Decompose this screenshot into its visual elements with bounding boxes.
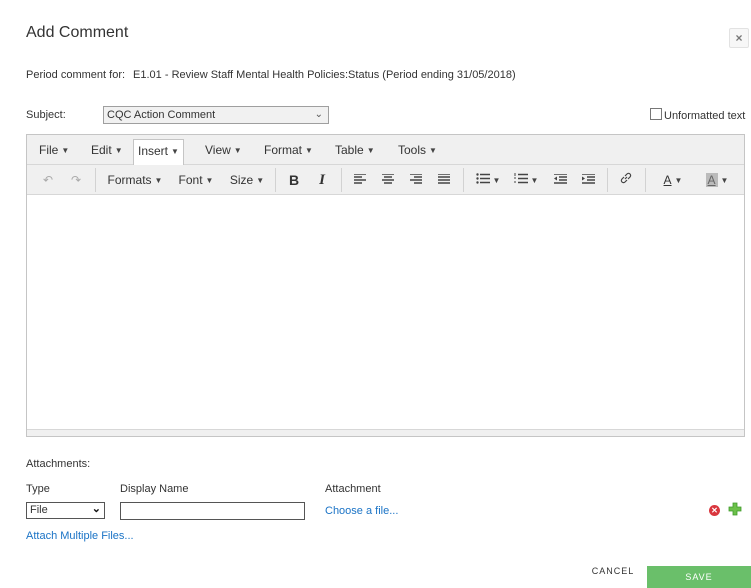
bg-color-icon: A [705,173,718,187]
size-dropdown[interactable]: Size ▼ [225,169,269,191]
font-dropdown[interactable]: Font ▼ [171,169,221,191]
font-label: Font [178,173,203,187]
subject-selected-value: CQC Action Comment [107,109,216,121]
subject-select[interactable]: CQC Action Comment ⌄ [103,106,329,124]
bullet-list-icon-svg [475,173,490,184]
formats-dropdown[interactable]: Formats ▼ [103,169,167,191]
plus-icon-svg [728,502,742,516]
bullet-list-icon[interactable]: ▼ [471,169,505,191]
caret-down-icon: ▼ [233,146,242,155]
editor-menubar: File ▼ Edit ▼ Insert ▼ View ▼ Format ▼ Table ▼… [27,135,744,165]
column-header-display-name: Display Name [120,483,189,495]
indent-icon-svg [581,173,595,184]
menu-view[interactable]: View ▼ [201,141,246,161]
attachment-type-value: File [30,504,48,516]
dialog-title: Add Comment [26,24,129,41]
menu-file[interactable]: File ▼ [35,141,73,161]
text-color-icon: A [663,173,672,187]
align-center-icon[interactable] [377,169,399,191]
menu-insert-label: Insert [138,144,169,158]
menu-insert[interactable]: Insert ▼ [133,139,184,165]
editor-statusbar [27,429,744,436]
attach-multiple-files-link[interactable]: Attach Multiple Files... [26,530,134,542]
caret-down-icon: ▼ [429,146,437,155]
caret-down-icon: ▼ [61,146,70,155]
close-icon: × [735,31,743,45]
add-row-icon[interactable] [728,502,742,516]
align-left-icon[interactable] [349,169,371,191]
caret-down-icon: ▼ [256,176,265,185]
caret-down-icon: ▼ [492,176,501,185]
unformatted-text-toggle[interactable]: Unformatted text [650,108,745,122]
attachment-type-select[interactable]: File ⌄ [26,502,105,519]
period-label: Period comment for: [26,69,126,81]
italic-button[interactable]: I [311,169,333,191]
outdent-icon[interactable] [549,169,571,191]
align-right-icon-svg [410,173,422,184]
caret-down-icon: ▼ [305,146,313,155]
menu-table[interactable]: Table ▼ [331,141,379,161]
caret-down-icon: ▼ [171,147,179,156]
caret-down-icon: ▼ [366,146,375,155]
unformatted-label: Unformatted text [664,110,746,122]
size-label: Size [229,173,254,187]
text-color-button[interactable]: A ▼ [653,169,693,191]
caret-down-icon: ▼ [114,146,123,155]
menu-edit[interactable]: Edit ▼ [87,141,127,161]
align-center-icon-svg [382,173,394,184]
indent-icon[interactable] [577,169,599,191]
caret-down-icon: ▼ [674,176,683,185]
link-icon[interactable] [615,169,637,191]
column-header-type: Type [26,483,50,495]
close-button[interactable]: × [729,28,749,48]
align-left-icon-svg [354,173,366,184]
unformatted-checkbox[interactable] [650,108,662,120]
bg-color-button[interactable]: A ▼ [697,169,737,191]
menu-edit-label: Edit [91,143,112,157]
bold-button[interactable]: B [283,169,305,191]
align-justify-icon[interactable] [433,169,455,191]
cancel-button[interactable]: CANCEL [583,566,643,576]
editor-toolbar: ↶ ↷ Formats ▼ Font ▼ Size ▼ B I ▼ ▼ A ▼ … [27,165,744,195]
align-justify-icon-svg [438,173,450,184]
menu-tools[interactable]: Tools ▼ [394,141,441,161]
attachments-label: Attachments: [26,458,91,470]
period-value: E1.01 - Review Staff Mental Health Polic… [133,69,516,81]
numbered-list-icon-svg [513,173,528,184]
chevron-down-icon: ⌄ [314,109,323,120]
menu-view-label: View [205,143,231,157]
display-name-input[interactable] [120,502,305,520]
rich-text-editor: File ▼ Edit ▼ Insert ▼ View ▼ Format ▼ Table ▼… [26,134,745,437]
caret-down-icon: ▼ [530,176,539,185]
menu-format[interactable]: Format ▼ [260,141,317,161]
subject-label: Subject: [26,109,66,121]
save-button[interactable]: SAVE [647,566,751,588]
column-header-attachment: Attachment [325,483,381,495]
menu-tools-label: Tools [398,143,427,157]
formats-label: Formats [107,173,152,187]
menu-table-label: Table [335,143,364,157]
editor-content-area[interactable] [27,195,744,431]
remove-row-icon[interactable]: ✕ [709,505,720,516]
menu-file-label: File [39,143,59,157]
caret-down-icon: ▼ [720,176,729,185]
chevron-down-icon: ⌄ [91,503,101,515]
outdent-icon-svg [553,173,567,184]
undo-icon[interactable]: ↶ [37,169,59,191]
caret-down-icon: ▼ [154,176,163,185]
period-info: Period comment for: E1.01 - Review Staff … [26,69,516,81]
choose-file-link[interactable]: Choose a file... [325,505,398,517]
link-icon-svg [620,172,632,184]
menu-format-label: Format [264,143,303,157]
align-right-icon[interactable] [405,169,427,191]
redo-icon[interactable]: ↷ [65,169,87,191]
numbered-list-icon[interactable]: ▼ [509,169,543,191]
caret-down-icon: ▼ [205,176,214,185]
